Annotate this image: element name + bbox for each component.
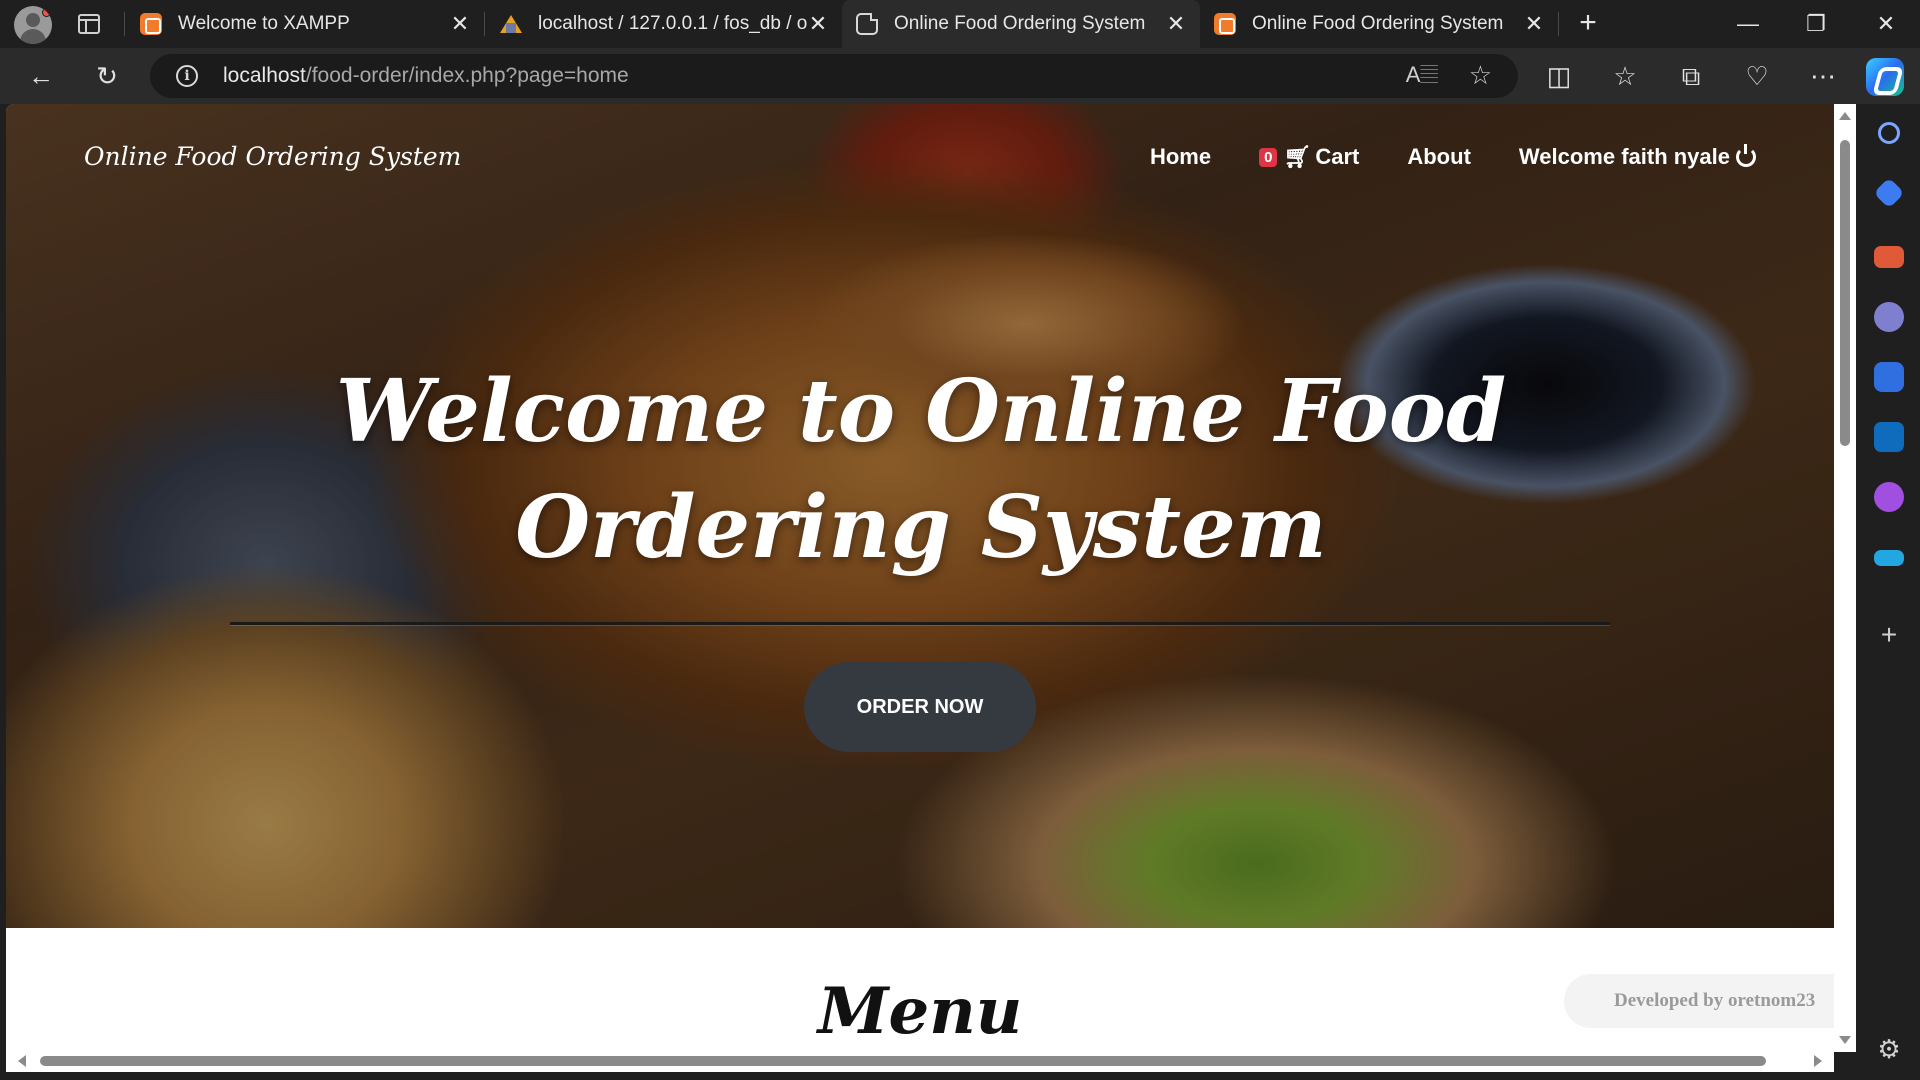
outlook-icon[interactable] <box>1874 422 1904 452</box>
url-host: localhost <box>223 64 306 87</box>
drop-icon[interactable] <box>1874 550 1904 566</box>
horizontal-scroll-thumb[interactable] <box>40 1056 1766 1066</box>
tools-icon[interactable] <box>1874 246 1904 268</box>
add-sidebar-app-icon[interactable]: + <box>1874 620 1904 650</box>
shopping-tag-icon[interactable] <box>1873 177 1905 209</box>
cart-count-badge: 0 <box>1259 147 1278 167</box>
favorite-star-icon[interactable]: ☆ <box>1469 60 1492 91</box>
nav-cart-label: Cart <box>1315 144 1360 169</box>
site-nav: Home 0 🛒︎ Cart About Welcome faith nyale <box>1150 144 1756 170</box>
site-info-icon[interactable]: i <box>176 65 198 87</box>
new-tab-icon[interactable]: + <box>1572 8 1604 40</box>
tab-title: Online Food Ordering System <box>894 13 1146 34</box>
nav-cart[interactable]: 0 🛒︎ Cart <box>1259 144 1359 170</box>
tab-separator <box>484 12 485 36</box>
nav-about-label: About <box>1407 144 1471 169</box>
collections-icon[interactable]: ⧉ <box>1674 60 1708 92</box>
edge-sidebar: + ⚙ <box>1858 104 1920 1080</box>
avatar-body-shape <box>20 29 46 44</box>
tab-xampp[interactable]: Welcome to XAMPP ✕ <box>126 0 484 48</box>
copilot-icon[interactable] <box>1866 58 1904 96</box>
tab-title: Welcome to XAMPP <box>178 13 350 34</box>
scroll-down-arrow-icon[interactable] <box>1839 1036 1851 1044</box>
avatar-head-shape <box>26 13 40 27</box>
refresh-icon[interactable]: ↻ <box>90 60 124 92</box>
welcome-user-label: Welcome faith nyale <box>1518 144 1730 169</box>
nav-home-label: Home <box>1149 144 1212 169</box>
back-arrow-icon[interactable]: ← <box>24 60 58 92</box>
minimize-icon[interactable]: — <box>1728 6 1768 42</box>
tab-food-order-active[interactable]: Online Food Ordering System ✕ <box>842 0 1200 48</box>
read-aloud-icon[interactable]: A𝄚 <box>1406 62 1438 88</box>
tab-separator <box>1558 12 1559 36</box>
browser-tab-bar: Welcome to XAMPP ✕ localhost / 127.0.0.1… <box>0 0 1920 48</box>
tab-separator <box>124 12 125 36</box>
vertical-scrollbar[interactable] <box>1834 104 1856 1052</box>
nav-about[interactable]: About <box>1407 144 1471 170</box>
address-url[interactable]: localhost/food-order/index.php?page=home <box>223 64 629 88</box>
sidebar-settings-icon[interactable]: ⚙ <box>1874 1034 1904 1064</box>
tab-close-icon[interactable]: ✕ <box>450 13 470 35</box>
restore-icon[interactable]: ❐ <box>1796 6 1836 42</box>
scroll-left-arrow-icon[interactable] <box>18 1055 26 1067</box>
split-screen-icon[interactable]: ◫ <box>1542 60 1576 92</box>
search-icon[interactable] <box>1878 122 1900 144</box>
page-viewport: Online Food Ordering System Home 0 🛒︎ Ca… <box>6 104 1834 1070</box>
hero-banner: Online Food Ordering System Home 0 🛒︎ Ca… <box>6 104 1834 928</box>
nav-welcome-user[interactable]: Welcome faith nyale <box>1519 144 1756 170</box>
profile-avatar[interactable] <box>14 6 52 44</box>
tab-phpmyadmin[interactable]: localhost / 127.0.0.1 / fos_db / or ✕ <box>486 0 842 48</box>
tab-food-order[interactable]: Online Food Ordering System ✕ <box>1200 0 1558 48</box>
menu-section-title: Menu <box>817 974 1023 1049</box>
window-close-icon[interactable]: ✕ <box>1866 6 1906 42</box>
games-icon[interactable] <box>1874 302 1904 332</box>
phpmyadmin-icon <box>500 13 522 35</box>
address-bar[interactable]: i localhost/food-order/index.php?page=ho… <box>150 54 1518 98</box>
notification-dot <box>42 8 51 17</box>
browser-essentials-icon[interactable]: ♡ <box>1740 60 1774 92</box>
scroll-up-arrow-icon[interactable] <box>1839 112 1851 120</box>
hero-divider <box>230 622 1610 625</box>
scroll-right-arrow-icon[interactable] <box>1814 1055 1822 1067</box>
more-options-icon[interactable]: ⋯ <box>1806 60 1840 92</box>
favorites-icon[interactable]: ☆ <box>1608 60 1642 92</box>
tab-actions-icon[interactable] <box>78 14 100 34</box>
designer-icon[interactable] <box>1874 482 1904 512</box>
nav-home[interactable]: Home <box>1150 144 1211 170</box>
url-path: /food-order/index.php?page=home <box>305 64 629 87</box>
cart-icon: 🛒︎ <box>1283 144 1312 169</box>
logout-power-icon[interactable] <box>1736 144 1756 167</box>
developer-credit: Developed by oretnom23 <box>1564 974 1834 1028</box>
xampp-icon <box>140 13 162 35</box>
document-icon <box>856 13 878 35</box>
tab-close-icon[interactable]: ✕ <box>1524 13 1544 35</box>
order-now-button[interactable]: ORDER NOW <box>804 662 1036 752</box>
tab-title: localhost / 127.0.0.1 / fos_db / or <box>538 13 808 34</box>
horizontal-scrollbar[interactable] <box>6 1050 1834 1072</box>
hero-title: Welcome to Online Food Ordering System <box>335 361 1507 578</box>
microsoft-365-icon[interactable] <box>1874 362 1904 392</box>
tab-title: Online Food Ordering System <box>1252 13 1504 34</box>
xampp-icon <box>1214 13 1236 35</box>
vertical-scroll-thumb[interactable] <box>1840 140 1850 446</box>
site-brand[interactable]: Online Food Ordering System <box>84 142 461 171</box>
tab-close-icon[interactable]: ✕ <box>808 13 828 35</box>
browser-toolbar: ← ↻ i localhost/food-order/index.php?pag… <box>0 48 1920 104</box>
tab-close-icon[interactable]: ✕ <box>1166 13 1186 35</box>
